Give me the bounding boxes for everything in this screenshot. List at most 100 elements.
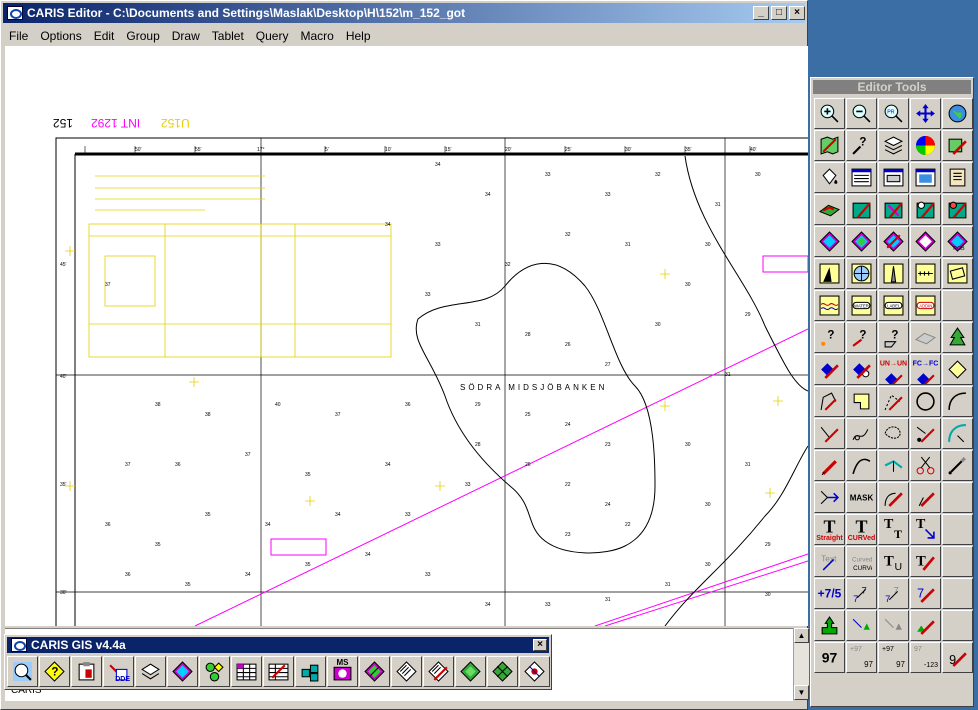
- text-curved-button[interactable]: T CURVed: [846, 514, 877, 545]
- symbol-rotate-icon[interactable]: [878, 610, 909, 641]
- addin-tag-icon[interactable]: ADDIN: [910, 290, 941, 321]
- minimize-button[interactable]: _: [753, 6, 769, 20]
- paint-bucket-icon[interactable]: [814, 162, 845, 193]
- sounding-97-edit-button[interactable]: +97 97: [878, 642, 909, 673]
- mask-button[interactable]: MASK: [846, 482, 877, 513]
- water-label-icon[interactable]: WATER: [846, 290, 877, 321]
- gis-diamond-map-icon[interactable]: [167, 656, 198, 687]
- dot-line-edit-icon[interactable]: [910, 418, 941, 449]
- green-symbol-icon[interactable]: [814, 610, 845, 641]
- menu-edit[interactable]: Edit: [88, 29, 121, 43]
- tower-grid-icon[interactable]: [878, 258, 909, 289]
- text-size-button[interactable]: TT: [878, 514, 909, 545]
- gis-shapes-icon[interactable]: [199, 656, 230, 687]
- scroll-document-icon[interactable]: [942, 162, 973, 193]
- ruler-grid-icon[interactable]: [910, 258, 941, 289]
- plane-red-icon[interactable]: [814, 194, 845, 225]
- diamond-area-1-icon[interactable]: [814, 226, 845, 257]
- water-line-icon[interactable]: [814, 290, 845, 321]
- list-window-icon[interactable]: [846, 162, 877, 193]
- feature-edit-4-icon[interactable]: [942, 194, 973, 225]
- menu-macro[interactable]: Macro: [294, 29, 339, 43]
- text-straight-button[interactable]: T Straight: [814, 514, 845, 545]
- query-line-icon[interactable]: ?: [846, 322, 877, 353]
- copy-edit-icon[interactable]: [846, 354, 877, 385]
- dropper-icon[interactable]: [942, 450, 973, 481]
- output-scrollbar[interactable]: ▲ ▼: [793, 628, 809, 700]
- diamond-area-5-icon[interactable]: RGB: [942, 226, 973, 257]
- symbol-move-icon[interactable]: [846, 610, 877, 641]
- text-move-button[interactable]: T: [910, 514, 941, 545]
- gis-hatch-edit-icon[interactable]: [423, 656, 454, 687]
- move-sounding-icon[interactable]: 77: [846, 578, 877, 609]
- gis-app-icon[interactable]: [11, 638, 27, 652]
- curve-edit-icon[interactable]: [846, 418, 877, 449]
- close-button[interactable]: ×: [789, 6, 805, 20]
- globe-icon[interactable]: [942, 98, 973, 129]
- sounding-97-button[interactable]: 97: [814, 642, 845, 673]
- gis-zoom-icon[interactable]: [7, 656, 38, 687]
- scissors-icon[interactable]: [910, 450, 941, 481]
- menu-options[interactable]: Options: [34, 29, 87, 43]
- fc-to-fc-button[interactable]: FC→FC: [910, 354, 941, 385]
- feature-edit-3-icon[interactable]: [910, 194, 941, 225]
- gis-pattern-icon[interactable]: [519, 656, 550, 687]
- frame-grid-icon[interactable]: [942, 258, 973, 289]
- query-point-icon[interactable]: ?: [814, 322, 845, 353]
- gis-hatch-icon[interactable]: [391, 656, 422, 687]
- gis-green-diamond-icon[interactable]: [455, 656, 486, 687]
- query-area-icon[interactable]: ?: [878, 322, 909, 353]
- zoom-out-button[interactable]: [846, 98, 877, 129]
- dialog-window-icon[interactable]: [878, 162, 909, 193]
- color-wheel-icon[interactable]: [910, 130, 941, 161]
- area-dotted-icon[interactable]: [878, 418, 909, 449]
- sounding-97-move-button[interactable]: +97 97: [846, 642, 877, 673]
- chart-canvas[interactable]: 152 INT 1292 U152 SÖDRA MIDSJÖBANKEN 37 …: [5, 46, 808, 626]
- sounding-pencil-icon[interactable]: 7: [910, 578, 941, 609]
- add-sounding-button[interactable]: +7/5: [814, 578, 845, 609]
- layers-icon[interactable]: [878, 130, 909, 161]
- sounding-grid-icon[interactable]: [814, 258, 845, 289]
- curve-draw-icon[interactable]: [846, 450, 877, 481]
- delete-edit-icon[interactable]: [814, 354, 845, 385]
- gis-green-grid-icon[interactable]: [487, 656, 518, 687]
- feature-edit-2-icon[interactable]: [878, 194, 909, 225]
- dotted-edit-icon[interactable]: [878, 386, 909, 417]
- un-to-un-button[interactable]: UN→UN: [878, 354, 909, 385]
- text-edit-arrow-icon[interactable]: Text: [814, 546, 845, 577]
- menu-group[interactable]: Group: [120, 29, 165, 43]
- diamond-outline-icon[interactable]: [942, 354, 973, 385]
- gis-clipboard-icon[interactable]: [71, 656, 102, 687]
- feature-edit-1-icon[interactable]: [846, 194, 877, 225]
- gis-cubes-icon[interactable]: [295, 656, 326, 687]
- circle-draw-icon[interactable]: [910, 386, 941, 417]
- globe-grid-icon[interactable]: [846, 258, 877, 289]
- gis-help-icon[interactable]: ?: [39, 656, 70, 687]
- plane-icon[interactable]: [910, 322, 941, 353]
- text-pencil-icon[interactable]: T: [910, 546, 941, 577]
- caris-app-icon[interactable]: [7, 6, 23, 20]
- scroll-down-arrow[interactable]: ▼: [794, 685, 809, 700]
- gis-stack-icon[interactable]: [135, 656, 166, 687]
- zoom-in-button[interactable]: [814, 98, 845, 129]
- text-u-icon[interactable]: TU: [878, 546, 909, 577]
- tree-green-icon[interactable]: [942, 322, 973, 353]
- blue-arc-icon[interactable]: [942, 418, 973, 449]
- pencil-edit-icon[interactable]: [942, 130, 973, 161]
- gis-table-edit-icon[interactable]: [263, 656, 294, 687]
- hook-pencil-icon[interactable]: [910, 482, 941, 513]
- shape-fill-icon[interactable]: [846, 386, 877, 417]
- menu-tablet[interactable]: Tablet: [206, 29, 250, 43]
- sounding-edit-icon[interactable]: 77: [878, 578, 909, 609]
- maximize-button[interactable]: □: [771, 6, 787, 20]
- diamond-area-4-icon[interactable]: [910, 226, 941, 257]
- arc-pencil-icon[interactable]: [878, 482, 909, 513]
- polyline-draw-icon[interactable]: [814, 386, 845, 417]
- sounding-pencil-2-icon[interactable]: 9: [942, 642, 973, 673]
- curved-text-edit-icon[interactable]: CurvedCURVed: [846, 546, 877, 577]
- scroll-up-arrow[interactable]: ▲: [794, 628, 809, 643]
- label-tag-icon[interactable]: LABEL: [878, 290, 909, 321]
- gis-diamond-arrow-icon[interactable]: [359, 656, 390, 687]
- arc-draw-icon[interactable]: [942, 386, 973, 417]
- menu-help[interactable]: Help: [340, 29, 377, 43]
